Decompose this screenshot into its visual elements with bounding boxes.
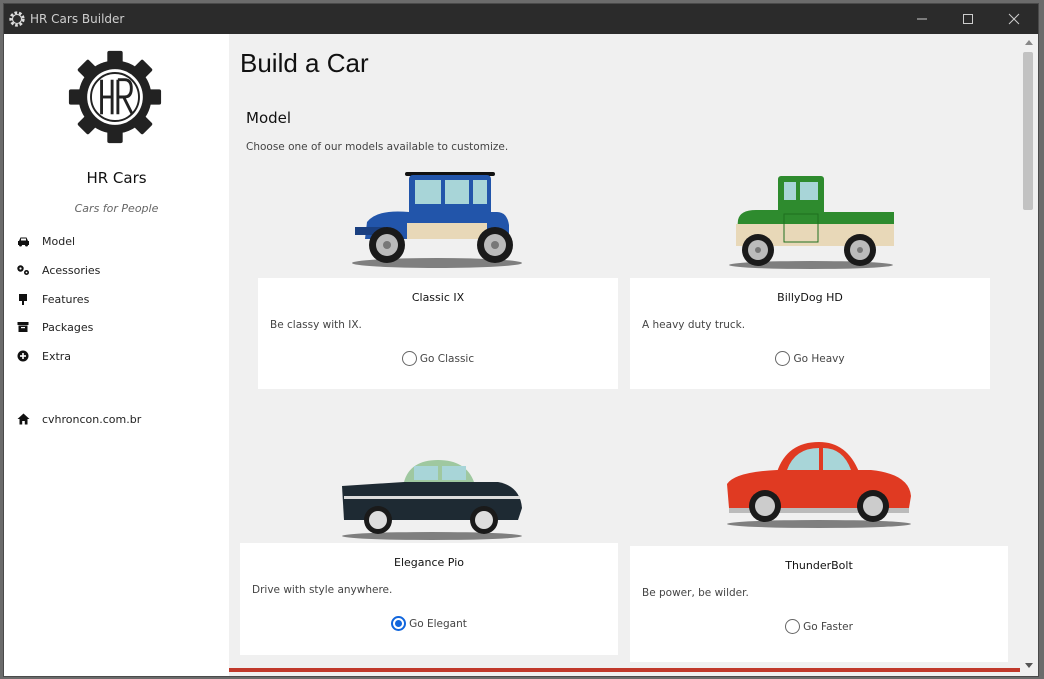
classic-ix-image xyxy=(352,172,522,268)
scroll-up-icon[interactable] xyxy=(1025,39,1033,45)
window-title: HR Cars Builder xyxy=(30,12,125,26)
home-icon xyxy=(16,412,30,426)
car-icon xyxy=(16,234,30,248)
brand-name: HR Cars xyxy=(86,169,147,187)
car-name: ThunderBolt xyxy=(785,559,853,572)
radio-label: Go Elegant xyxy=(409,617,467,630)
car-card-classic-ix: Classic IX Be classy with IX. Go Classic xyxy=(258,278,618,389)
radio-button-selected[interactable] xyxy=(391,616,407,631)
car-card-elegance-pio: Elegance Pio Drive with style anywhere. … xyxy=(240,543,618,655)
sidebar-item-extra[interactable]: Extra xyxy=(16,346,71,366)
main-content: Build a Car Model Choose one of our mode… xyxy=(229,34,1020,668)
sidebar-item-label: Model xyxy=(42,234,76,248)
radio-button[interactable] xyxy=(775,351,791,366)
car-description: Be classy with IX. xyxy=(270,319,362,331)
minimize-button[interactable] xyxy=(899,4,945,34)
gears-icon xyxy=(16,263,30,277)
car-card-billydog-hd: BillyDog HD A heavy duty truck. Go Heavy xyxy=(630,278,990,389)
title-bar: HR Cars Builder xyxy=(4,4,1038,34)
maximize-button[interactable] xyxy=(945,4,991,34)
car-card-thunderbolt: ThunderBolt Be power, be wilder. Go Fast… xyxy=(630,546,1008,662)
scrollbar-thumb[interactable] xyxy=(1023,52,1033,210)
car-option-go-faster[interactable]: Go Faster xyxy=(630,619,1008,634)
close-button[interactable] xyxy=(991,4,1037,34)
section-title: Model xyxy=(246,109,292,127)
car-description: A heavy duty truck. xyxy=(642,319,746,331)
minimize-icon xyxy=(917,18,927,20)
car-name: Elegance Pio xyxy=(394,556,464,569)
sidebar-item-label: Extra xyxy=(42,349,72,363)
car-description: Drive with style anywhere. xyxy=(252,584,393,596)
car-description: Be power, be wilder. xyxy=(642,587,749,599)
car-name: Classic IX xyxy=(411,291,465,304)
sidebar-link-website[interactable]: cvhroncon.com.br xyxy=(16,409,141,429)
maximize-icon xyxy=(963,14,973,24)
sidebar-item-acessories[interactable]: Acessories xyxy=(16,260,100,280)
sidebar-item-model[interactable]: Model xyxy=(16,231,75,251)
radio-label: Go Heavy xyxy=(793,352,845,365)
close-icon xyxy=(1008,13,1020,25)
progress-bar xyxy=(229,668,1020,672)
sidebar-item-features[interactable]: Features xyxy=(16,289,89,309)
archive-icon xyxy=(16,320,30,334)
sidebar-item-label: Acessories xyxy=(42,263,101,277)
app-window: HR Cars Builder HR Cars Cars for People … xyxy=(3,3,1039,677)
scroll-down-icon[interactable] xyxy=(1025,663,1033,669)
plus-circle-icon xyxy=(16,349,30,363)
app-logo-icon xyxy=(9,11,25,27)
elegance-pio-image xyxy=(342,460,522,540)
sidebar: HR Cars Cars for People Model Acessories… xyxy=(4,34,229,676)
vertical-scrollbar[interactable] xyxy=(1020,34,1038,676)
radio-label: Go Faster xyxy=(803,620,853,633)
brand-tagline: Cars for People xyxy=(74,202,159,215)
plug-icon xyxy=(16,292,30,306)
sidebar-link-label: cvhroncon.com.br xyxy=(42,412,142,426)
radio-button[interactable] xyxy=(785,619,801,634)
sidebar-item-packages[interactable]: Packages xyxy=(16,317,93,337)
car-option-go-elegant[interactable]: Go Elegant xyxy=(240,616,618,631)
sidebar-item-label: Packages xyxy=(42,320,94,334)
car-name: BillyDog HD xyxy=(777,291,843,304)
hr-cars-logo xyxy=(68,50,162,144)
thunderbolt-image xyxy=(727,442,911,528)
billydog-hd-image xyxy=(729,176,894,269)
section-intro: Choose one of our models available to cu… xyxy=(246,141,509,153)
page-title: Build a Car xyxy=(240,48,369,78)
radio-button[interactable] xyxy=(401,351,417,366)
radio-label: Go Classic xyxy=(419,352,475,365)
sidebar-item-label: Features xyxy=(42,292,90,306)
car-option-go-classic[interactable]: Go Classic xyxy=(258,351,618,366)
car-option-go-heavy[interactable]: Go Heavy xyxy=(630,351,990,366)
